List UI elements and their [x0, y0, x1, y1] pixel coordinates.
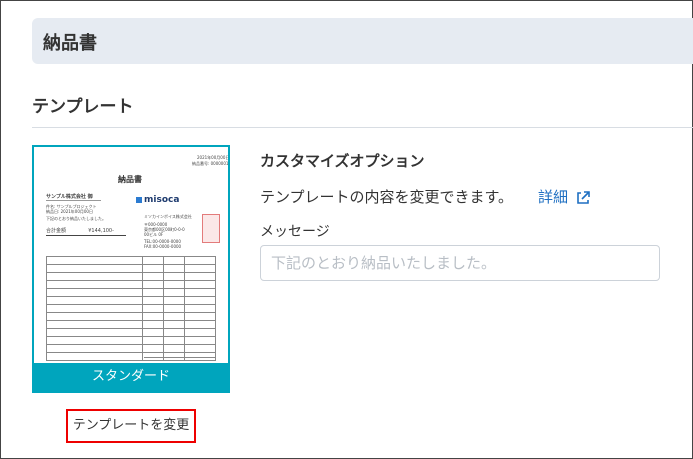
section-divider — [32, 127, 693, 128]
template-thumbnail: 2021年00月00日 納品番号: 0000001-001 納品書 サンプル株式… — [34, 147, 228, 391]
message-label: メッセージ — [260, 224, 330, 240]
brand-logo-mark — [136, 197, 142, 203]
thumbnail-customer: サンプル株式会社 御 — [46, 194, 93, 200]
customize-description: テンプレートの内容を変更できます。 — [260, 188, 514, 206]
thumbnail-table — [46, 256, 216, 361]
template-name-label: スタンダード — [34, 363, 228, 391]
external-link-icon[interactable] — [575, 190, 591, 206]
template-preview-card[interactable]: 2021年00月00日 納品番号: 0000001-001 納品書 サンプル株式… — [32, 145, 230, 393]
thumbnail-title: 納品書 — [118, 175, 142, 184]
detail-link[interactable]: 詳細 — [538, 186, 568, 207]
company-stamp — [202, 214, 220, 243]
change-template-button[interactable]: テンプレートを変更 — [66, 409, 196, 443]
brand-logo: misoca — [144, 195, 180, 205]
section-title: テンプレート — [32, 97, 134, 117]
page-header: 納品書 — [32, 18, 693, 64]
message-input[interactable] — [260, 245, 660, 281]
page-title: 納品書 — [43, 33, 97, 54]
customize-options-title: カスタマイズオプション — [260, 152, 425, 170]
